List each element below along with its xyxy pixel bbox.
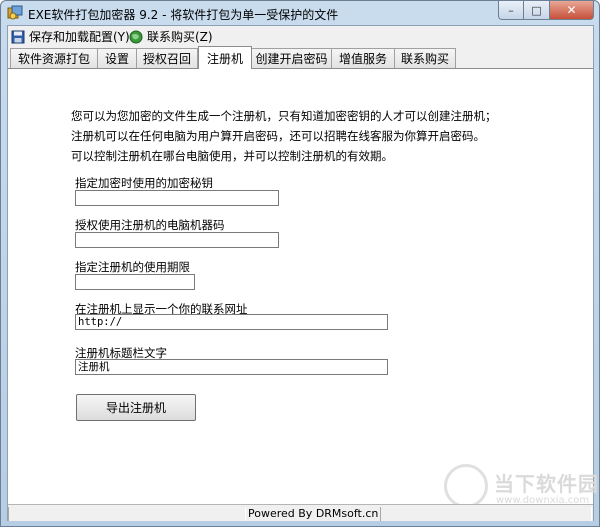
menu-bar: 保存和加载配置(Y) 联系购买(Z) <box>8 26 593 47</box>
menu-item-save-load-config[interactable]: 保存和加载配置(Y) <box>11 28 130 45</box>
status-cell <box>380 507 592 521</box>
app-icon <box>7 5 23 20</box>
window-controls: – □ ✕ <box>498 1 594 20</box>
status-text: Powered By DRMsoft.cn <box>248 507 379 520</box>
menu-item-contact-purchase[interactable]: 联系购买(Z) <box>129 28 213 45</box>
keygen-title-input[interactable]: 注册机 <box>75 359 388 375</box>
usage-period-input[interactable] <box>75 274 195 290</box>
menu-item-label: 保存和加载配置(Y) <box>29 30 130 44</box>
machine-code-input[interactable] <box>75 232 279 248</box>
menu-item-label: 联系购买(Z) <box>147 30 213 44</box>
description-line: 可以控制注册机在哪台电脑使用，并可以控制注册机的有效期。 <box>71 149 393 163</box>
save-icon <box>11 30 25 43</box>
status-bar: Powered By DRMsoft.cn <box>8 504 593 521</box>
globe-icon <box>129 30 143 43</box>
close-button[interactable]: ✕ <box>550 1 594 20</box>
watermark-logo-icon <box>444 464 488 508</box>
client-area: 保存和加载配置(Y) 联系购买(Z) 软件资源打包 设置 授权召回 注册机 创建… <box>7 25 598 521</box>
machine-code-label: 授权使用注册机的电脑机器码 <box>75 218 225 232</box>
export-keygen-button[interactable]: 导出注册机 <box>76 394 196 421</box>
tab-settings[interactable]: 设置 <box>97 48 137 68</box>
tab-strip: 软件资源打包 设置 授权召回 注册机 创建开启密码 增值服务 联系购买 <box>8 46 593 69</box>
maximize-button[interactable]: □ <box>524 1 550 20</box>
title-bar[interactable]: EXE软件打包加密器 9.2 - 将软件打包为单一受保护的文件 – □ ✕ <box>1 1 599 25</box>
description-line: 您可以为您加密的文件生成一个注册机，只有知道加密密钥的人才可以创建注册机； <box>71 109 497 123</box>
minimize-button[interactable]: – <box>498 1 524 20</box>
contact-url-input[interactable]: http:// <box>75 314 388 330</box>
tab-contact-purchase[interactable]: 联系购买 <box>394 48 456 68</box>
description-line: 注册机可以在任何电脑为用户算开启密码，还可以招聘在线客服为你算开启密码。 <box>71 129 485 143</box>
keygen-panel: 您可以为您加密的文件生成一个注册机，只有知道加密密钥的人才可以创建注册机； 注册… <box>8 68 598 508</box>
tab-software-resource-pack[interactable]: 软件资源打包 <box>10 48 98 68</box>
status-cell <box>8 507 246 521</box>
encryption-key-input[interactable] <box>75 190 279 206</box>
window-title: EXE软件打包加密器 9.2 - 将软件打包为单一受保护的文件 <box>28 8 339 22</box>
watermark-brand: 当下软件园 <box>494 472 599 496</box>
app-window: EXE软件打包加密器 9.2 - 将软件打包为单一受保护的文件 – □ ✕ 保存… <box>0 0 600 527</box>
tab-license-recall[interactable]: 授权召回 <box>136 48 198 68</box>
tab-create-open-password[interactable]: 创建开启密码 <box>251 48 332 68</box>
encryption-key-label: 指定加密时使用的加密秘钥 <box>75 176 213 190</box>
usage-period-label: 指定注册机的使用期限 <box>75 260 190 274</box>
tab-value-added-services[interactable]: 增值服务 <box>331 48 395 68</box>
tab-keygen[interactable]: 注册机 <box>198 46 252 69</box>
